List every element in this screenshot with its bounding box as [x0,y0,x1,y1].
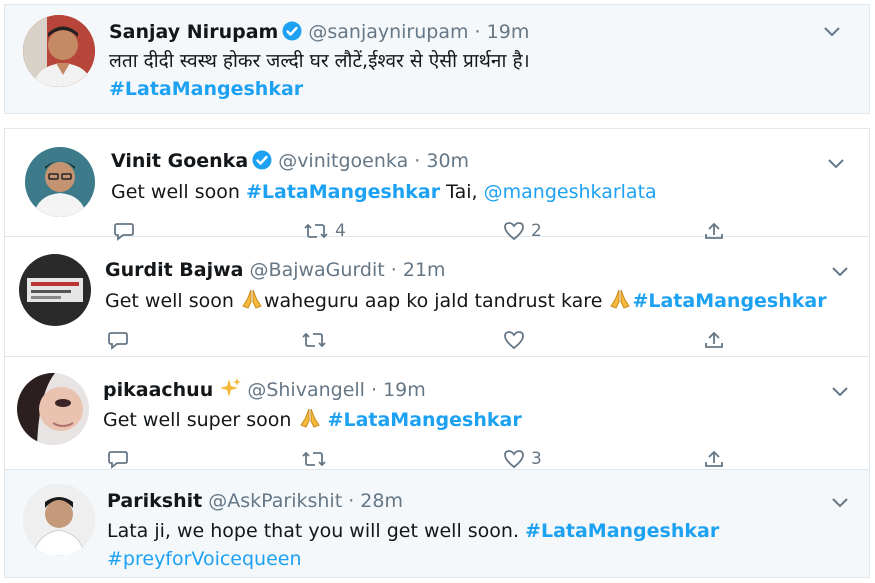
tweet-actions [105,330,745,354]
tweet-text-line2: #preyforVoicequeen [107,547,302,571]
folded-hands-emoji-icon [608,288,632,316]
retweet-button[interactable] [301,330,327,350]
hashtag-link[interactable]: #preyforVoicequeen [107,548,302,570]
verified-badge-icon [282,21,302,47]
tweet-panel-1: Sanjay Nirupam @sanjaynirupam · 19m लता … [4,4,870,114]
avatar[interactable] [17,373,89,445]
hashtag-link[interactable]: #LataMangeshkar [246,181,440,203]
avatar[interactable] [25,147,95,217]
chevron-down-icon[interactable] [831,494,849,513]
avatar[interactable] [23,15,95,87]
hashtag-link[interactable]: #LataMangeshkar [525,520,719,542]
user-handle[interactable]: @sanjaynirupam [308,21,468,43]
tweet-text: लता दीदी स्वस्थ होकर जल्दी घर लौटें,ईश्व… [109,50,530,72]
timestamp[interactable]: 19m [487,21,530,43]
user-handle[interactable]: @Shivangell [247,379,365,401]
tweet-item[interactable]: Parikshit @AskParikshit · 28m Lata ji, w… [5,469,869,577]
share-button[interactable] [703,449,725,469]
hashtag-link[interactable]: #LataMangeshkar [328,409,522,431]
tweet-text: Get well super soon #LataMangeshkar [103,407,522,435]
tweet-text: Get well soon waheguru aap ko jald tandr… [105,288,827,316]
display-name[interactable]: Parikshit [107,490,202,512]
folded-hands-emoji-icon [240,288,264,316]
tweet-text-line2: #LataMangeshkar [109,77,303,101]
like-button[interactable]: 3 [503,449,542,469]
verified-badge-icon [252,150,272,176]
timestamp[interactable]: 21m [403,259,446,281]
hashtag-link[interactable]: #LataMangeshkar [109,78,303,100]
tweet-header: pikaachuu @Shivangell · 19m [103,377,426,405]
folded-hands-emoji-icon [298,407,322,435]
like-count: 3 [531,449,542,469]
avatar[interactable] [19,254,91,326]
tweet-text: Lata ji, we hope that you will get well … [107,520,720,542]
tweet-panel-2: Vinit Goenka @vinitgoenka · 30m Get well… [4,128,870,578]
tweet-text: Get well soon #LataMangeshkar Tai, @mang… [111,181,657,203]
tweet-item[interactable]: pikaachuu @Shivangell · 19m Get well sup… [5,357,869,469]
dot-separator: · [414,150,421,172]
timestamp[interactable]: 28m [360,490,403,512]
dot-separator: · [371,379,378,401]
avatar[interactable] [23,484,95,556]
user-handle[interactable]: @AskParikshit [208,490,342,512]
tweet-item[interactable]: Gurdit Bajwa @BajwaGurdit · 21m Get well… [5,237,869,357]
tweet-item[interactable]: Vinit Goenka @vinitgoenka · 30m Get well… [5,129,869,241]
chevron-down-icon[interactable] [831,383,849,402]
retweet-button[interactable] [301,449,327,469]
timestamp[interactable]: 30m [426,150,469,172]
timestamp[interactable]: 19m [383,379,426,401]
reply-button[interactable] [107,449,129,469]
display-name[interactable]: pikaachuu [103,379,213,401]
reply-button[interactable] [107,330,129,350]
chevron-down-icon[interactable] [823,23,841,42]
hashtag-link[interactable]: #LataMangeshkar [632,290,826,312]
user-handle[interactable]: @vinitgoenka [278,150,408,172]
user-handle[interactable]: @BajwaGurdit [250,259,385,281]
tweet-header: Sanjay Nirupam @sanjaynirupam · 19m [109,20,529,47]
mention-link[interactable]: @mangeshkarlata [484,181,657,203]
sparkles-emoji-icon [219,377,242,405]
tweet-header: Parikshit @AskParikshit · 28m [107,489,403,513]
share-button[interactable] [703,330,725,350]
dot-separator: · [348,490,355,512]
display-name[interactable]: Gurdit Bajwa [105,259,244,281]
display-name[interactable]: Sanjay Nirupam [109,21,278,43]
tweet-header: Gurdit Bajwa @BajwaGurdit · 21m [105,258,446,282]
like-button[interactable] [503,330,525,350]
dot-separator: · [390,259,397,281]
tweet-header: Vinit Goenka @vinitgoenka · 30m [111,149,469,176]
dot-separator: · [474,21,481,43]
chevron-down-icon[interactable] [827,155,845,174]
display-name[interactable]: Vinit Goenka [111,150,248,172]
chevron-down-icon[interactable] [831,263,849,282]
